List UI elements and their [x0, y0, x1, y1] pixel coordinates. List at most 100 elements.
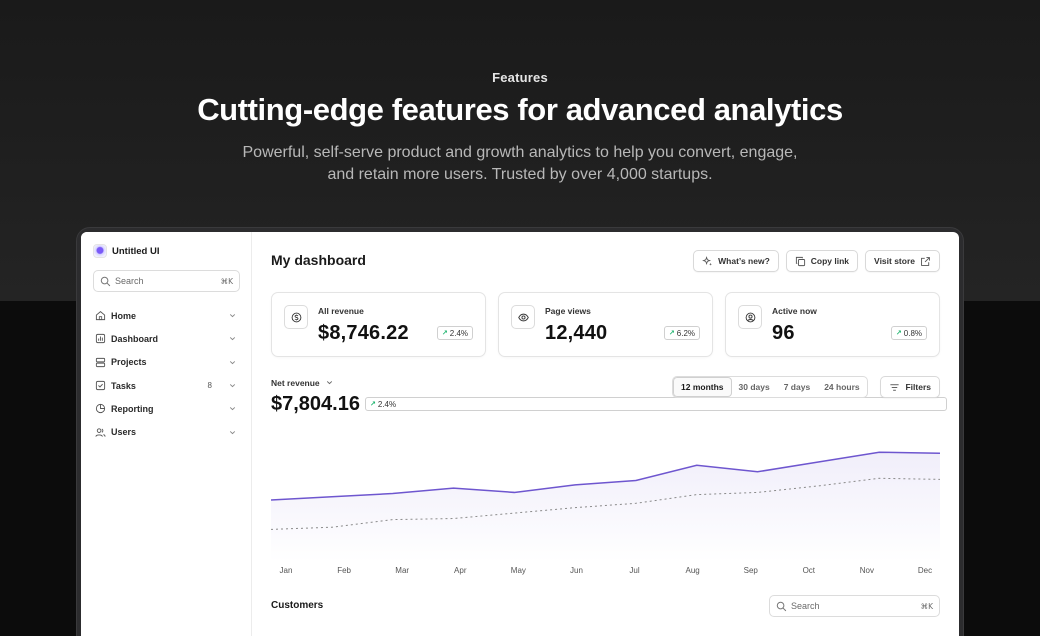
brand[interactable]: Untitled UI [93, 244, 160, 258]
sidebar-item-users[interactable]: Users [93, 420, 240, 443]
x-tick-label: Jun [570, 566, 583, 575]
bar-chart-icon [95, 334, 106, 344]
sparkle-icon [702, 255, 713, 266]
page-title: My dashboard [271, 252, 366, 268]
section-eyebrow: Features [492, 70, 548, 85]
section-subtext: Powerful, self-serve product and growth … [242, 144, 798, 183]
customers-search-input[interactable]: Search ⌘K [769, 595, 940, 617]
tab-24-hours[interactable]: 24 hours [817, 377, 866, 397]
filters-button[interactable]: Filters [880, 376, 940, 398]
date-range-tabs: 12 months 30 days 7 days 24 hours [672, 376, 868, 398]
change-value: 2.4% [377, 399, 397, 409]
tasks-count-badge: 8 [207, 381, 212, 391]
chevron-down-icon [229, 314, 236, 318]
copy-link-button[interactable]: Copy link [785, 250, 859, 272]
external-link-icon [921, 256, 930, 266]
chevron-down-icon [229, 430, 236, 434]
sidebar-item-dashboard[interactable]: Dashboard [93, 327, 240, 350]
stat-card-revenue: All revenue $8,746.22 ↗ 2.4% [271, 292, 486, 357]
x-tick-label: May [511, 566, 526, 575]
filter-lines-icon [890, 383, 900, 391]
sidebar-item-label: Dashboard [111, 333, 159, 344]
net-revenue-chart: Jan Feb Mar Apr May Jun Jul Aug Sep Oct Nov Dec [271, 451, 940, 575]
customers-search-placeholder: Search [791, 601, 820, 611]
home-icon [95, 311, 106, 321]
stat-value: $8,746.22 [318, 322, 409, 344]
shortcut-hint: ⌘K [920, 601, 933, 611]
search-icon [100, 276, 111, 286]
stat-label: All revenue [318, 306, 364, 316]
change-badge: ↗ 2.4% [436, 326, 473, 340]
x-tick-label: Oct [803, 566, 816, 575]
chevron-down-icon [229, 407, 236, 411]
x-tick-label: Jul [629, 566, 639, 575]
dashboard-screen: Untitled UI Search ⌘K Home Dashboard Pro… [81, 232, 959, 636]
stat-value: 12,440 [545, 322, 608, 344]
stat-cards: All revenue $8,746.22 ↗ 2.4% Page views … [271, 292, 940, 357]
sidebar-search-input[interactable]: Search ⌘K [93, 270, 240, 292]
net-revenue-value: $7,804.16 [271, 393, 360, 415]
sidebar-nav: Home Dashboard Projects Tasks 8 Reportin… [93, 304, 240, 444]
section-headline: Cutting-edge features for advanced analy… [197, 92, 843, 127]
change-badge: ↗ 0.8% [890, 326, 927, 340]
stat-card-active-now: Active now 96 ↗ 0.8% [725, 292, 940, 357]
chevron-down-icon [229, 360, 236, 364]
whats-new-button[interactable]: What’s new? [693, 250, 779, 272]
x-tick-label: Dec [918, 566, 932, 575]
x-tick-label: Aug [686, 566, 700, 575]
check-square-icon [95, 380, 106, 391]
x-tick-label: Apr [454, 566, 467, 575]
net-revenue-dropdown[interactable]: Net revenue [271, 377, 335, 388]
copy-icon [795, 256, 805, 266]
sidebar-item-label: Home [111, 310, 137, 321]
tab-12-months[interactable]: 12 months [673, 377, 732, 397]
stat-label: Page views [545, 306, 591, 316]
sidebar-item-tasks[interactable]: Tasks 8 [93, 374, 240, 397]
tab-30-days[interactable]: 30 days [732, 377, 777, 397]
stat-label: Active now [772, 306, 817, 316]
change-badge: ↗ 6.2% [663, 326, 700, 340]
x-tick-label: Feb [337, 566, 351, 575]
chevron-down-icon [229, 337, 236, 341]
sidebar-item-label: Projects [111, 357, 147, 368]
pie-chart-icon [95, 404, 106, 414]
arrow-up-right-icon: ↗ [441, 330, 448, 337]
change-value: 2.4% [449, 328, 468, 338]
sidebar-item-reporting[interactable]: Reporting [93, 397, 240, 420]
chevron-down-icon [326, 381, 332, 385]
arrow-up-right-icon: ↗ [668, 330, 675, 337]
x-tick-label: Jan [280, 566, 293, 575]
stat-card-page-views: Page views 12,440 ↗ 6.2% [498, 292, 713, 357]
brand-name: Untitled UI [112, 245, 160, 257]
brand-logo-icon [93, 244, 107, 258]
series-area-fill [271, 452, 940, 562]
shortcut-hint: ⌘K [220, 276, 233, 286]
net-revenue-label: Net revenue [271, 377, 320, 388]
whats-new-label: What’s new? [718, 256, 770, 266]
sidebar-item-projects[interactable]: Projects [93, 351, 240, 374]
arrow-up-right-icon: ↗ [895, 330, 902, 337]
customers-heading: Customers [271, 600, 324, 611]
tab-7-days[interactable]: 7 days [777, 377, 817, 397]
users-icon [95, 428, 106, 437]
visit-store-button[interactable]: Visit store [865, 250, 940, 272]
filters-label: Filters [905, 382, 931, 392]
sidebar-item-label: Users [111, 427, 137, 438]
change-badge: ↗ 2.4% [365, 397, 947, 411]
sidebar-item-home[interactable]: Home [93, 304, 240, 327]
copy-link-label: Copy link [810, 256, 850, 266]
sidebar-item-label: Tasks [111, 380, 136, 391]
arrow-up-right-icon: ↗ [370, 401, 376, 408]
user-circle-icon [738, 305, 762, 329]
x-tick-label: Mar [395, 566, 409, 575]
change-value: 0.8% [903, 328, 922, 338]
chevron-down-icon [229, 384, 236, 388]
x-tick-label: Nov [860, 566, 874, 575]
x-tick-label: Sep [744, 566, 759, 575]
stat-value: 96 [772, 322, 795, 344]
change-value: 6.2% [676, 328, 695, 338]
sidebar: Untitled UI Search ⌘K Home Dashboard Pro… [81, 232, 252, 636]
layers-icon [95, 357, 106, 367]
header-actions: What’s new? Copy link Visit store [693, 250, 940, 272]
main-content: My dashboard What’s new? Copy link Visit… [252, 232, 959, 636]
